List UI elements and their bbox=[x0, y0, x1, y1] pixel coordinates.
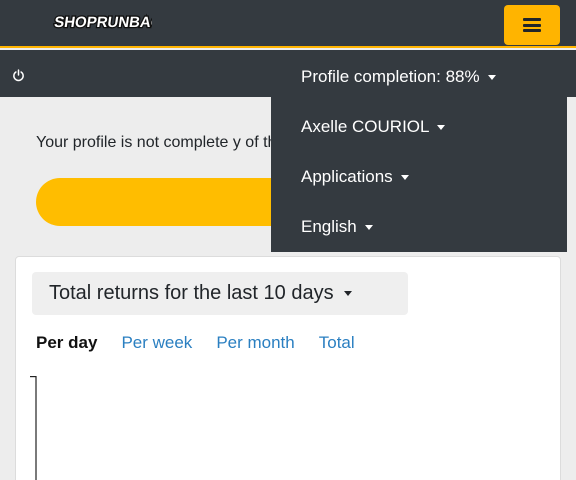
caret-down-icon bbox=[400, 174, 409, 180]
tab-per-month[interactable]: Per month bbox=[216, 333, 294, 357]
hamburger-icon bbox=[523, 18, 541, 32]
language-dropdown[interactable]: English bbox=[301, 216, 373, 238]
tab-total[interactable]: Total bbox=[319, 333, 355, 357]
profile-completion-label: Profile completion: 88% bbox=[301, 67, 480, 86]
chart-y-axis bbox=[30, 376, 37, 480]
top-navbar: SHOPRUNBACK bbox=[0, 0, 576, 48]
returns-stats-card: Total returns for the last 10 days Per d… bbox=[15, 256, 561, 480]
caret-down-icon bbox=[364, 224, 373, 230]
user-dropdown[interactable]: Axelle COURIOL bbox=[301, 116, 446, 138]
profile-completion-dropdown[interactable]: Profile completion: 88% bbox=[301, 66, 496, 88]
period-select-label: Total returns for the last 10 days bbox=[49, 282, 334, 304]
period-tabs: Per day Per week Per month Total bbox=[36, 333, 379, 357]
caret-down-icon bbox=[487, 74, 496, 80]
applications-dropdown[interactable]: Applications bbox=[301, 166, 409, 188]
power-icon[interactable] bbox=[12, 69, 25, 82]
logo-text: SHOPRUNBACK bbox=[53, 14, 152, 31]
tab-per-week[interactable]: Per week bbox=[121, 333, 192, 357]
period-select-dropdown[interactable]: Total returns for the last 10 days bbox=[32, 272, 408, 315]
applications-label: Applications bbox=[301, 167, 393, 186]
caret-down-icon bbox=[437, 124, 446, 130]
menu-toggle-button[interactable] bbox=[504, 5, 560, 45]
nav-dropdown-menu: Profile completion: 88% Axelle COURIOL A… bbox=[271, 52, 567, 252]
shoprunback-logo[interactable]: SHOPRUNBACK bbox=[52, 10, 152, 34]
caret-down-icon bbox=[343, 291, 352, 296]
tab-per-day[interactable]: Per day bbox=[36, 333, 97, 357]
language-label: English bbox=[301, 217, 357, 236]
user-name-label: Axelle COURIOL bbox=[301, 117, 430, 136]
